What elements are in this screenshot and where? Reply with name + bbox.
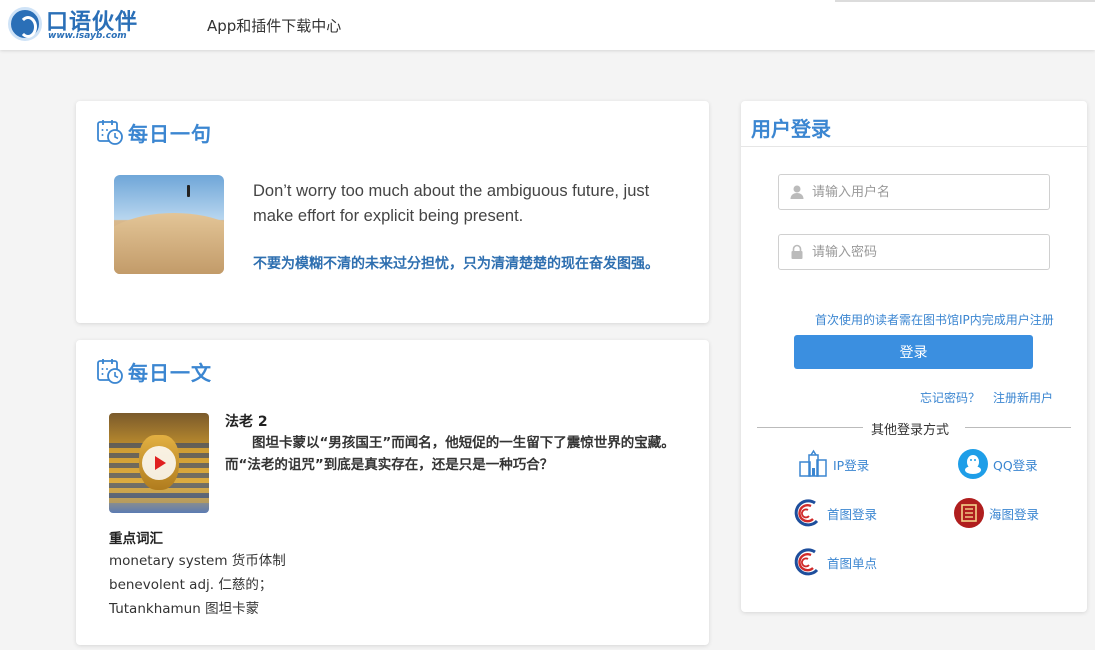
article-summary: 图坦卡蒙以“男孩国王”而闻名，他短促的一生留下了震惊世界的宝藏。而“法老的诅咒”… [225,435,675,473]
daily-sentence-header: 每日一句 [96,117,212,147]
article-video-thumbnail[interactable] [109,413,209,513]
lock-icon [789,244,805,260]
daily-article-card: 每日一文 法老 2 图坦卡蒙以“男孩国王”而闻名，他短促的一生留下了震惊世界的宝… [76,340,709,645]
dune-shape [114,213,224,274]
ip-login[interactable]: IP登录 [797,448,869,480]
ip-login-label: IP登录 [833,457,870,473]
forgot-password-link[interactable]: 忘记密码？ [920,389,980,406]
qq-login[interactable]: QQ登录 [957,448,1038,480]
walker-figure [187,185,190,197]
other-methods-line-left [757,427,863,428]
daily-sentence-title: 每日一句 [128,121,212,146]
vocab-item: Tutankhamun 图坦卡蒙 [109,601,260,617]
username-field[interactable] [778,174,1050,210]
article-title[interactable]: 法老 2 [225,411,268,431]
other-methods-line-right [965,427,1071,428]
daily-article-title: 每日一文 [128,360,212,385]
password-input[interactable] [812,242,1042,262]
top-header: 口语伙伴 www.isayb.com App和插件下载中心 [0,0,1095,50]
vocab-list: monetary system 货币体制 benevolent adj. 仁慈的… [109,549,286,621]
password-field[interactable] [778,234,1050,270]
vocab-heading: 重点词汇 [109,531,163,547]
daily-sentence-card: 每日一句 Don’t worry too much about the ambi… [76,101,709,323]
haidian-library-login-label: 海图登录 [989,506,1040,522]
daily-article-header: 每日一文 [96,356,212,386]
other-methods-label: 其他登录方式 [871,423,950,438]
capital-library-sso-login[interactable]: 首图单点 [791,546,877,578]
qq-login-label: QQ登录 [993,457,1038,473]
haidian-library-login[interactable]: 海图登录 [953,497,1039,529]
vocab-item: benevolent adj. 仁慈的； [109,577,273,593]
user-icon [789,184,805,200]
capital-library-icon [791,497,823,529]
username-input[interactable] [812,182,1042,202]
register-hint[interactable]: 首次使用的读者需在图书馆IP内完成用户注册 [815,311,1054,328]
building-icon [797,448,829,480]
qq-icon [957,448,989,480]
login-title: 用户登录 [751,117,831,141]
capital-library-login-label: 首图登录 [827,506,878,522]
register-new-user-link[interactable]: 注册新用户 [993,389,1053,406]
capital-library-login[interactable]: 首图登录 [791,497,877,529]
vocab-item: monetary system 货币体制 [109,553,286,569]
desert-photo [114,175,224,274]
login-panel: 用户登录 首次使用的读者需在图书馆IP内完成用户注册 登录 忘记密码？ 注册新用… [741,101,1087,612]
calendar-clock-icon [96,357,124,385]
play-icon[interactable] [142,446,176,480]
site-logo[interactable]: 口语伙伴 www.isayb.com [8,4,138,44]
english-quote: Don’t worry too much about the ambiguous… [253,182,650,225]
nav-download-center[interactable]: App和插件下载中心 [207,15,341,36]
header-divider [835,0,1095,2]
login-button[interactable]: 登录 [794,335,1033,369]
haidian-library-icon [953,497,985,529]
capital-library-sso-label: 首图单点 [827,555,878,571]
login-divider [741,146,1087,147]
logo-mark-icon [8,7,42,41]
chinese-quote: 不要为模糊不清的未来过分担忧，只为清清楚楚的现在奋发图强。 [253,256,659,272]
logo-url: www.isayb.com [48,31,127,41]
capital-library-sso-icon [791,546,823,578]
calendar-clock-icon [96,118,124,146]
